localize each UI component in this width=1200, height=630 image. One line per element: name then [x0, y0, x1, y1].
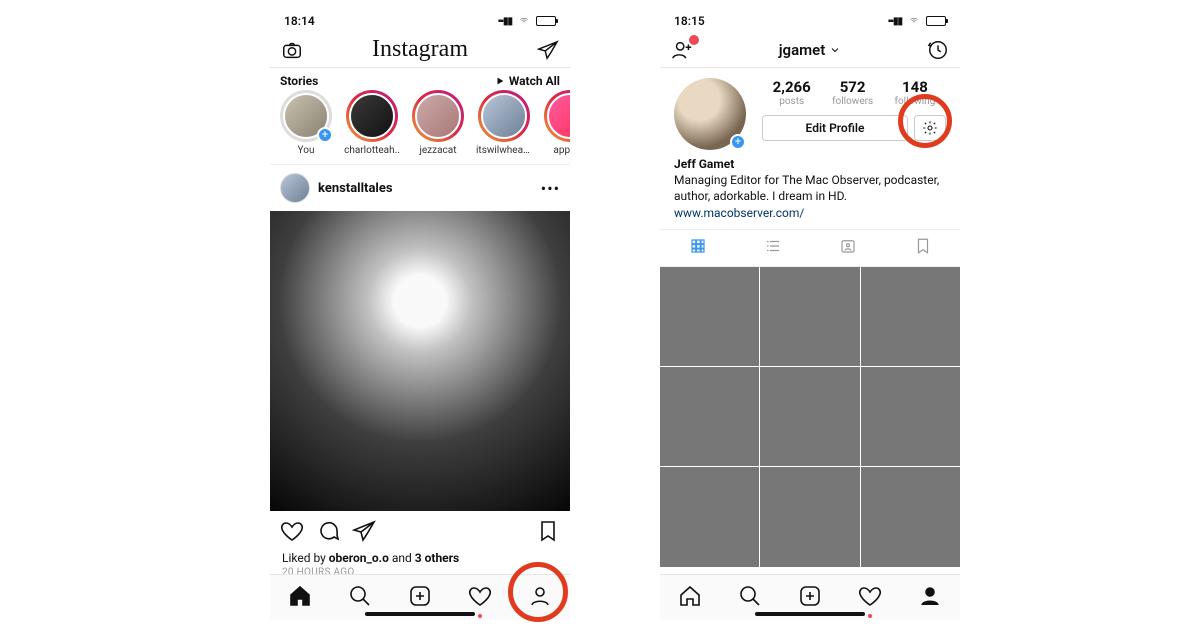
share-icon[interactable]: [352, 519, 376, 547]
feed-header: Instagram: [270, 32, 570, 68]
stat-posts[interactable]: 2,266posts: [773, 78, 811, 107]
stories-row[interactable]: + You charlotteah.. jezzacat itswilwheat…: [270, 90, 570, 165]
watch-all-button[interactable]: Watch All: [495, 74, 560, 88]
status-icons: ▪▪▮▮: [888, 16, 946, 27]
grid-cell[interactable]: [861, 267, 960, 366]
tab-search[interactable]: [348, 584, 372, 612]
wifi-icon: [906, 16, 922, 26]
tab-list[interactable]: [735, 230, 810, 266]
story-you[interactable]: + You: [278, 90, 334, 156]
bookmark-icon[interactable]: [536, 519, 560, 547]
cellular-icon: ▪▪▮▮: [888, 16, 902, 27]
tab-grid[interactable]: [660, 230, 735, 266]
tab-tagged[interactable]: [810, 230, 885, 266]
phone-feed: 18:14 ▪▪▮▮ Instagram Stories Watch All: [270, 10, 570, 620]
watch-all-label: Watch All: [509, 74, 560, 88]
story-label: itswilwheaton: [476, 145, 532, 156]
tab-create[interactable]: [798, 584, 822, 612]
chevron-down-icon: [829, 44, 841, 56]
bio-link[interactable]: www.macobserver.com/: [674, 205, 946, 221]
stories-header: Stories Watch All: [270, 68, 570, 90]
story-item[interactable]: applem: [542, 90, 570, 156]
settings-button[interactable]: [914, 115, 946, 141]
profile-grid: [660, 267, 960, 567]
tab-profile[interactable]: [528, 584, 552, 612]
bio-text: Managing Editor for The Mac Observer, po…: [674, 172, 946, 204]
post-avatar[interactable]: [280, 173, 310, 203]
comment-icon[interactable]: [316, 519, 340, 547]
story-item[interactable]: jezzacat: [410, 90, 466, 156]
play-icon: [495, 76, 505, 86]
post-image[interactable]: [270, 211, 570, 511]
activity-dot: [478, 614, 482, 618]
wifi-icon: [516, 16, 532, 26]
battery-icon: [536, 16, 556, 26]
tab-home[interactable]: [678, 584, 702, 612]
phone-profile: 18:15 ▪▪▮▮ jgamet +: [660, 10, 960, 620]
status-bar: 18:15 ▪▪▮▮: [660, 10, 960, 32]
tab-search[interactable]: [738, 584, 762, 612]
archive-icon[interactable]: [926, 38, 950, 62]
profile-bio: Jeff Gamet Managing Editor for The Mac O…: [660, 156, 960, 229]
gear-icon: [922, 120, 938, 136]
grid-cell[interactable]: [861, 467, 960, 566]
likes-line[interactable]: Liked by oberon_o.o and 3 others: [270, 551, 570, 565]
profile-top: + 2,266posts 572followers 148following E…: [660, 68, 960, 156]
story-item[interactable]: itswilwheaton: [476, 90, 532, 156]
status-icons: ▪▪▮▮: [498, 16, 556, 27]
story-label: You: [298, 145, 315, 156]
bio-name: Jeff Gamet: [674, 156, 946, 172]
story-label: applem: [553, 145, 570, 156]
tab-activity[interactable]: [468, 584, 492, 612]
tab-create[interactable]: [408, 584, 432, 612]
story-label: jezzacat: [419, 145, 456, 156]
status-time: 18:15: [674, 14, 705, 28]
grid-cell[interactable]: [760, 467, 859, 566]
grid-cell[interactable]: [660, 467, 759, 566]
tagged-icon: [839, 237, 857, 255]
story-label: charlotteah..: [344, 145, 400, 156]
activity-dot: [868, 614, 872, 618]
home-indicator: [755, 612, 865, 616]
camera-icon[interactable]: [280, 38, 304, 62]
tab-activity[interactable]: [858, 584, 882, 612]
stat-following[interactable]: 148following: [894, 78, 935, 107]
bookmark-icon: [914, 237, 932, 255]
grid-cell[interactable]: [660, 267, 759, 366]
plus-icon[interactable]: +: [730, 134, 746, 150]
grid-cell[interactable]: [861, 367, 960, 466]
home-indicator: [365, 612, 475, 616]
username-label: jgamet: [779, 41, 826, 59]
grid-cell[interactable]: [660, 367, 759, 466]
battery-icon: [926, 16, 946, 26]
tab-saved[interactable]: [885, 230, 960, 266]
tab-home[interactable]: [288, 584, 312, 612]
status-time: 18:14: [284, 14, 315, 28]
post-header: kenstalltales •••: [270, 165, 570, 211]
notification-badge: [688, 34, 700, 46]
post-username[interactable]: kenstalltales: [318, 181, 393, 196]
profile-header: jgamet: [660, 32, 960, 68]
stories-label: Stories: [280, 74, 318, 88]
direct-icon[interactable]: [536, 38, 560, 62]
discover-people-icon[interactable]: [670, 38, 694, 62]
post-actions: [270, 511, 570, 551]
list-icon: [764, 237, 782, 255]
stat-followers[interactable]: 572followers: [832, 78, 873, 107]
grid-cell[interactable]: [760, 267, 859, 366]
tab-profile[interactable]: [918, 584, 942, 612]
instagram-logo: Instagram: [372, 36, 468, 63]
cellular-icon: ▪▪▮▮: [498, 16, 512, 27]
story-item[interactable]: charlotteah..: [344, 90, 400, 156]
grid-icon: [689, 237, 707, 255]
status-bar: 18:14 ▪▪▮▮: [270, 10, 570, 32]
grid-cell[interactable]: [760, 367, 859, 466]
stats-row: 2,266posts 572followers 148following: [762, 78, 946, 107]
like-icon[interactable]: [280, 519, 304, 547]
profile-tabs: [660, 229, 960, 267]
username-dropdown[interactable]: jgamet: [779, 41, 842, 59]
plus-icon: +: [317, 127, 333, 143]
edit-profile-button[interactable]: Edit Profile: [762, 115, 908, 141]
more-icon[interactable]: •••: [541, 179, 560, 198]
